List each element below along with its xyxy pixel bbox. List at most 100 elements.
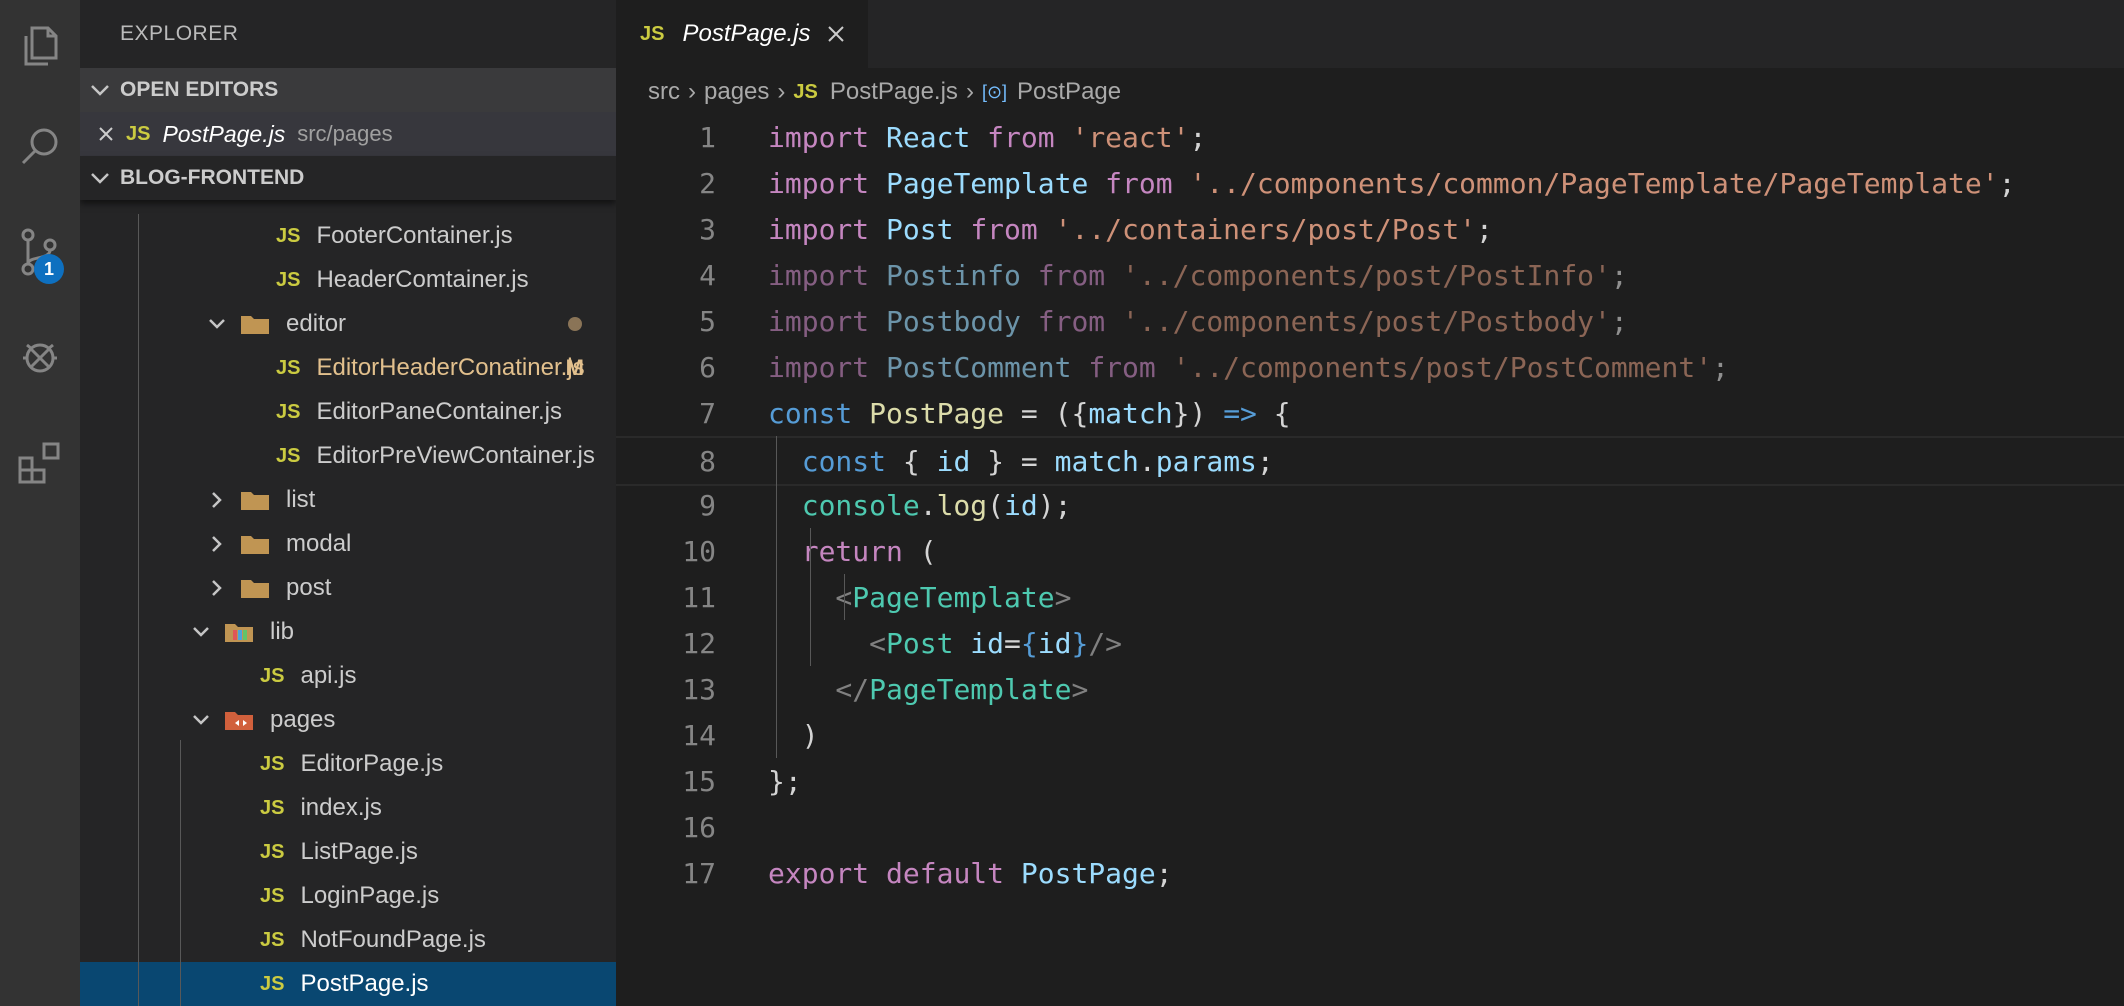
code-line: 17 export default PostPage; (616, 850, 2124, 896)
tab-postpage[interactable]: JS PostPage.js (616, 0, 868, 68)
chevron-right-icon: › (965, 78, 974, 105)
tree-item-label: ListPage.js (300, 838, 418, 865)
indent-guide (844, 574, 845, 620)
chevron-right-icon: › (688, 78, 696, 105)
js-file-icon: JS (276, 356, 301, 379)
breadcrumb-file[interactable]: PostPage.js (830, 78, 958, 106)
js-file-icon: JS (260, 884, 285, 907)
scm-badge: 1 (34, 254, 64, 284)
tree-item[interactable]: pages (80, 698, 616, 742)
tree-item[interactable]: JS ListPage.js (80, 830, 616, 874)
code-line: 13 </PageTemplate> (616, 666, 2124, 712)
js-file-icon: JS (260, 752, 285, 775)
breadcrumb-pages[interactable]: pages (704, 78, 769, 106)
tab-bar: JS PostPage.js (616, 0, 2124, 68)
code-token: Post (869, 212, 971, 246)
breadcrumb-src[interactable]: src (648, 78, 680, 106)
code-text: console.log(id); (768, 489, 1072, 522)
js-file-icon: JS (260, 796, 285, 819)
tab-label: PostPage.js (682, 20, 811, 47)
close-icon[interactable] (827, 25, 845, 43)
code-token: }) (1172, 396, 1224, 430)
js-file-icon: JS (793, 80, 818, 103)
code-token: ( (902, 534, 937, 568)
tree-item-label: HeaderComtainer.js (316, 266, 529, 293)
explorer-sidebar: EXPLORER OPEN EDITORS JS PostPage.js src… (80, 0, 616, 1006)
code-line: 1 import React from 'react'; (616, 114, 2124, 160)
code-token: '../components/common/PageTemplate/PageT… (1172, 166, 1999, 200)
tree-item-label: EditorPage.js (300, 750, 444, 777)
code-token: ; (1189, 120, 1207, 154)
search-icon[interactable] (0, 110, 80, 182)
js-file-icon: JS (260, 972, 285, 995)
chevron-right-icon (206, 535, 228, 553)
code-token: . (1138, 444, 1156, 478)
code-line: 6 import PostComment from '../components/… (616, 344, 2124, 390)
code-token: import (768, 350, 870, 384)
tree-item[interactable]: JS PostPage.js (80, 962, 616, 1006)
code-token: id (1037, 626, 1072, 660)
files-icon[interactable] (0, 10, 80, 82)
code-token: ; (1610, 258, 1628, 292)
code-line: 2 import PageTemplate from '../components… (616, 160, 2124, 206)
code-token: '../containers/post/Post' (1037, 212, 1477, 246)
code-token: import (768, 258, 870, 292)
chevron-down-icon (80, 83, 120, 97)
open-editor-item[interactable]: JS PostPage.js src/pages (80, 112, 616, 156)
tree-item[interactable]: JS FooterContainer.js (80, 214, 616, 258)
code-line: 14 ) (616, 712, 2124, 758)
code-token: PostComment (869, 350, 1089, 384)
tree-item[interactable]: JS EditorPreViewContainer.js (80, 434, 616, 478)
chevron-down-icon (80, 171, 120, 185)
open-editor-path: src/pages (297, 121, 393, 146)
code-text: const { id } = match.params; (768, 445, 1274, 478)
js-file-icon: JS (126, 122, 151, 145)
code-token: PageTemplate (869, 672, 1072, 706)
code-token: ; (1256, 444, 1274, 478)
tree-item-label: list (286, 486, 316, 513)
code-token: from (1088, 350, 1156, 384)
chevron-right-icon (206, 579, 228, 597)
close-icon[interactable] (86, 126, 126, 142)
code-line: 11 <PageTemplate> (616, 574, 2124, 620)
tree-item[interactable]: JS api.js (80, 654, 616, 698)
code-token: PostPage (852, 396, 1005, 430)
code-text: return ( (768, 535, 937, 568)
tree-item[interactable]: JS NotFoundPage.js (80, 918, 616, 962)
code-token: '../components/post/PostInfo' (1105, 258, 1611, 292)
debug-icon[interactable] (0, 320, 80, 392)
open-editors-label: OPEN EDITORS (120, 78, 279, 101)
tree-item[interactable]: post (80, 566, 616, 610)
tree-item[interactable]: modal (80, 522, 616, 566)
tree-item[interactable]: list (80, 478, 616, 522)
activity-bar: 1 (0, 0, 80, 1006)
modified-dot-icon (568, 317, 582, 331)
open-editors-header[interactable]: OPEN EDITORS (80, 68, 616, 112)
tree-item-label: pages (270, 706, 336, 733)
code-token: { (886, 444, 937, 478)
tree-item[interactable]: editor (80, 302, 616, 346)
code-line: 8 const { id } = match.params; (616, 436, 2124, 486)
tree-item[interactable]: JS EditorPage.js (80, 742, 616, 786)
code-token: > (1071, 672, 1089, 706)
js-file-icon: JS (260, 840, 285, 863)
tree-item[interactable]: JS HeaderComtainer.js (80, 258, 616, 302)
folder-icon (240, 489, 270, 511)
indent-guide (776, 436, 777, 758)
tree-item[interactable]: JS LoginPage.js (80, 874, 616, 918)
line-number: 2 (699, 166, 716, 200)
tree-item[interactable]: JS EditorPaneContainer.js (80, 390, 616, 434)
tree-item[interactable]: lib (80, 610, 616, 654)
code-token: PageTemplate (852, 580, 1055, 614)
code-text: import Postbody from '../components/post… (768, 305, 1628, 338)
tree-item[interactable]: JS index.js (80, 786, 616, 830)
tree-item[interactable]: JS EditorHeaderConatiner.js M (80, 346, 616, 390)
code-text: <PageTemplate> (768, 581, 1071, 614)
line-number: 3 (699, 212, 716, 246)
code-token: match (1054, 444, 1139, 478)
project-header[interactable]: BLOG-FRONTEND (80, 156, 616, 200)
extensions-icon[interactable] (0, 426, 80, 498)
chevron-right-icon: › (777, 78, 786, 105)
chevron-right-icon (206, 491, 228, 509)
breadcrumb-symbol[interactable]: PostPage (1017, 78, 1121, 106)
